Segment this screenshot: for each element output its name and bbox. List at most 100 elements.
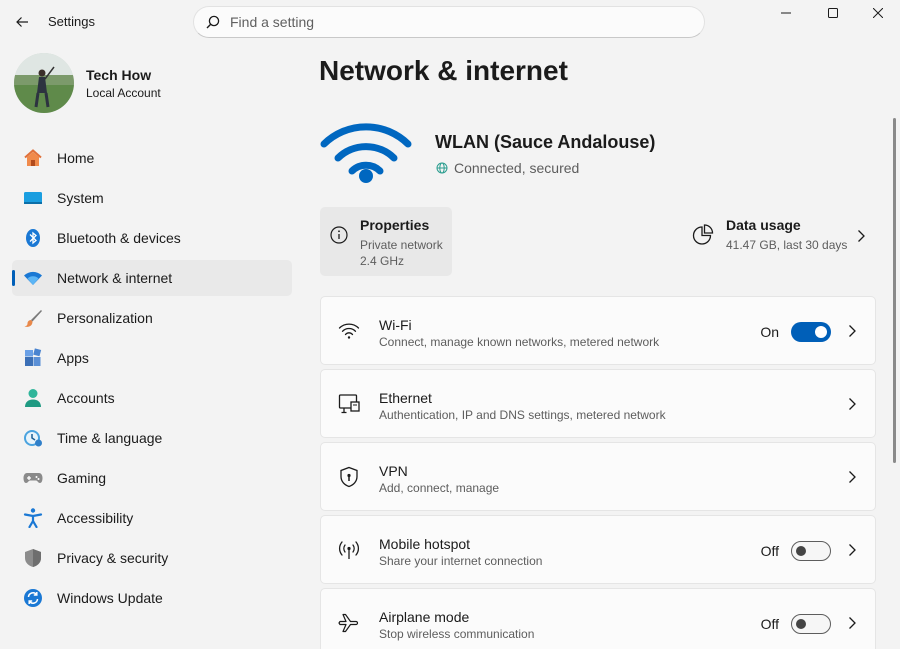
data-usage-button[interactable]: Data usage 41.47 GB, last 30 days <box>692 207 872 276</box>
maximize-icon <box>828 8 838 18</box>
settings-cards: Wi-Fi Connect, manage known networks, me… <box>320 296 876 649</box>
profile[interactable]: Tech How Local Account <box>14 53 161 113</box>
sidebar-item-label: Network & internet <box>57 270 173 286</box>
properties-button[interactable]: Properties Private network 2.4 GHz <box>320 207 452 276</box>
ethernet-icon <box>337 392 361 416</box>
gamepad-icon <box>22 467 44 489</box>
ethernet-card[interactable]: Ethernet Authentication, IP and DNS sett… <box>320 369 876 438</box>
wifi-large-icon <box>320 123 412 183</box>
card-title: Mobile hotspot <box>379 536 471 552</box>
sidebar-item-label: Accounts <box>57 390 115 406</box>
sidebar-item-gaming[interactable]: Gaming <box>12 460 292 496</box>
person-icon <box>22 387 44 409</box>
connection-status: Connected, secured <box>436 160 579 176</box>
chevron-right-icon <box>849 617 856 629</box>
sidebar-item-label: Gaming <box>57 470 107 486</box>
sidebar-item-system[interactable]: System <box>12 180 292 216</box>
wifi-toggle[interactable] <box>791 322 831 342</box>
sidebar-item-bluetooth[interactable]: Bluetooth & devices <box>12 220 292 256</box>
profile-name: Tech How <box>86 66 152 83</box>
chevron-right-icon <box>849 471 856 483</box>
apps-icon <box>22 347 44 369</box>
page-title: Network & internet <box>319 55 568 86</box>
maximize-button[interactable] <box>810 0 856 26</box>
connection-status-text: Connected, secured <box>454 160 580 176</box>
card-title: Ethernet <box>379 390 432 406</box>
hotspot-state: Off <box>760 543 779 559</box>
globe-icon <box>436 162 448 174</box>
airplane-state: Off <box>760 616 779 632</box>
hotspot-toggle[interactable] <box>791 541 831 561</box>
wifi-state: On <box>760 324 779 340</box>
avatar <box>14 53 74 113</box>
card-subtitle: Share your internet connection <box>379 554 543 568</box>
sidebar-item-accessibility[interactable]: Accessibility <box>12 500 292 536</box>
card-title: VPN <box>379 463 408 479</box>
data-usage-summary: 41.47 GB, last 30 days <box>726 238 848 252</box>
sidebar-item-personalization[interactable]: Personalization <box>12 300 292 336</box>
bluetooth-icon <box>22 227 44 249</box>
sidebar-item-label: Privacy & security <box>57 550 169 566</box>
airplane-icon <box>337 611 361 635</box>
search-input[interactable] <box>230 14 670 30</box>
connection-name: WLAN (Sauce Andalouse) <box>435 132 656 152</box>
card-subtitle: Authentication, IP and DNS settings, met… <box>379 408 666 422</box>
sidebar-nav: Home System Bluetooth & devices Network … <box>12 140 292 620</box>
card-title: Airplane mode <box>379 609 470 625</box>
sidebar-item-label: Accessibility <box>57 510 134 526</box>
airplane-mode-card[interactable]: Airplane mode Stop wireless communicatio… <box>320 588 876 649</box>
sidebar-item-label: Apps <box>57 350 89 366</box>
airplane-toggle[interactable] <box>791 614 831 634</box>
pie-chart-icon <box>692 224 714 245</box>
sidebar-item-privacy-security[interactable]: Privacy & security <box>12 540 292 576</box>
chevron-right-icon <box>849 325 856 337</box>
vpn-card[interactable]: VPN Add, connect, manage <box>320 442 876 511</box>
wifi-icon <box>337 319 361 343</box>
sidebar-item-apps[interactable]: Apps <box>12 340 292 376</box>
sidebar-item-accounts[interactable]: Accounts <box>12 380 292 416</box>
network-icon <box>22 267 44 289</box>
sidebar-item-home[interactable]: Home <box>12 140 292 176</box>
search-box[interactable] <box>193 6 705 38</box>
chevron-right-icon <box>849 544 856 556</box>
close-icon <box>873 8 883 18</box>
avatar-photo-icon <box>14 53 74 113</box>
clock-globe-icon <box>22 427 44 449</box>
sidebar-item-time-language[interactable]: Time & language <box>12 420 292 456</box>
sidebar-item-network[interactable]: Network & internet <box>12 260 292 296</box>
sidebar-item-windows-update[interactable]: Windows Update <box>12 580 292 616</box>
sidebar-item-label: Time & language <box>57 430 163 446</box>
system-icon <box>22 187 44 209</box>
mobile-hotspot-card[interactable]: Mobile hotspot Share your internet conne… <box>320 515 876 584</box>
minimize-button[interactable] <box>763 0 809 26</box>
sidebar-item-label: Windows Update <box>57 590 163 606</box>
network-band: 2.4 GHz <box>360 254 405 268</box>
network-type: Private network <box>360 238 443 252</box>
scrollbar[interactable] <box>893 118 896 463</box>
home-icon <box>22 147 44 169</box>
sidebar-item-label: Bluetooth & devices <box>57 230 181 246</box>
properties-title: Properties <box>360 217 430 233</box>
chevron-right-icon <box>849 398 856 410</box>
data-usage-title: Data usage <box>726 217 801 233</box>
wifi-card[interactable]: Wi-Fi Connect, manage known networks, me… <box>320 296 876 365</box>
sidebar-item-label: System <box>57 190 104 206</box>
close-button[interactable] <box>855 0 900 26</box>
back-button[interactable] <box>8 8 36 36</box>
card-subtitle: Connect, manage known networks, metered … <box>379 335 660 349</box>
minimize-icon <box>781 12 791 14</box>
sidebar-item-label: Personalization <box>57 310 153 326</box>
card-subtitle: Stop wireless communication <box>379 627 535 641</box>
sidebar-item-label: Home <box>57 150 95 166</box>
vpn-shield-icon <box>337 465 361 489</box>
title-bar: Settings <box>0 0 900 44</box>
shield-icon <box>22 547 44 569</box>
refresh-icon <box>22 587 44 609</box>
back-arrow-icon <box>16 17 28 27</box>
search-icon <box>206 15 220 29</box>
accessibility-icon <box>22 507 44 529</box>
hotspot-icon <box>337 538 361 562</box>
chevron-right-icon <box>858 230 865 242</box>
account-type: Local Account <box>86 85 161 100</box>
app-title: Settings <box>48 14 95 29</box>
